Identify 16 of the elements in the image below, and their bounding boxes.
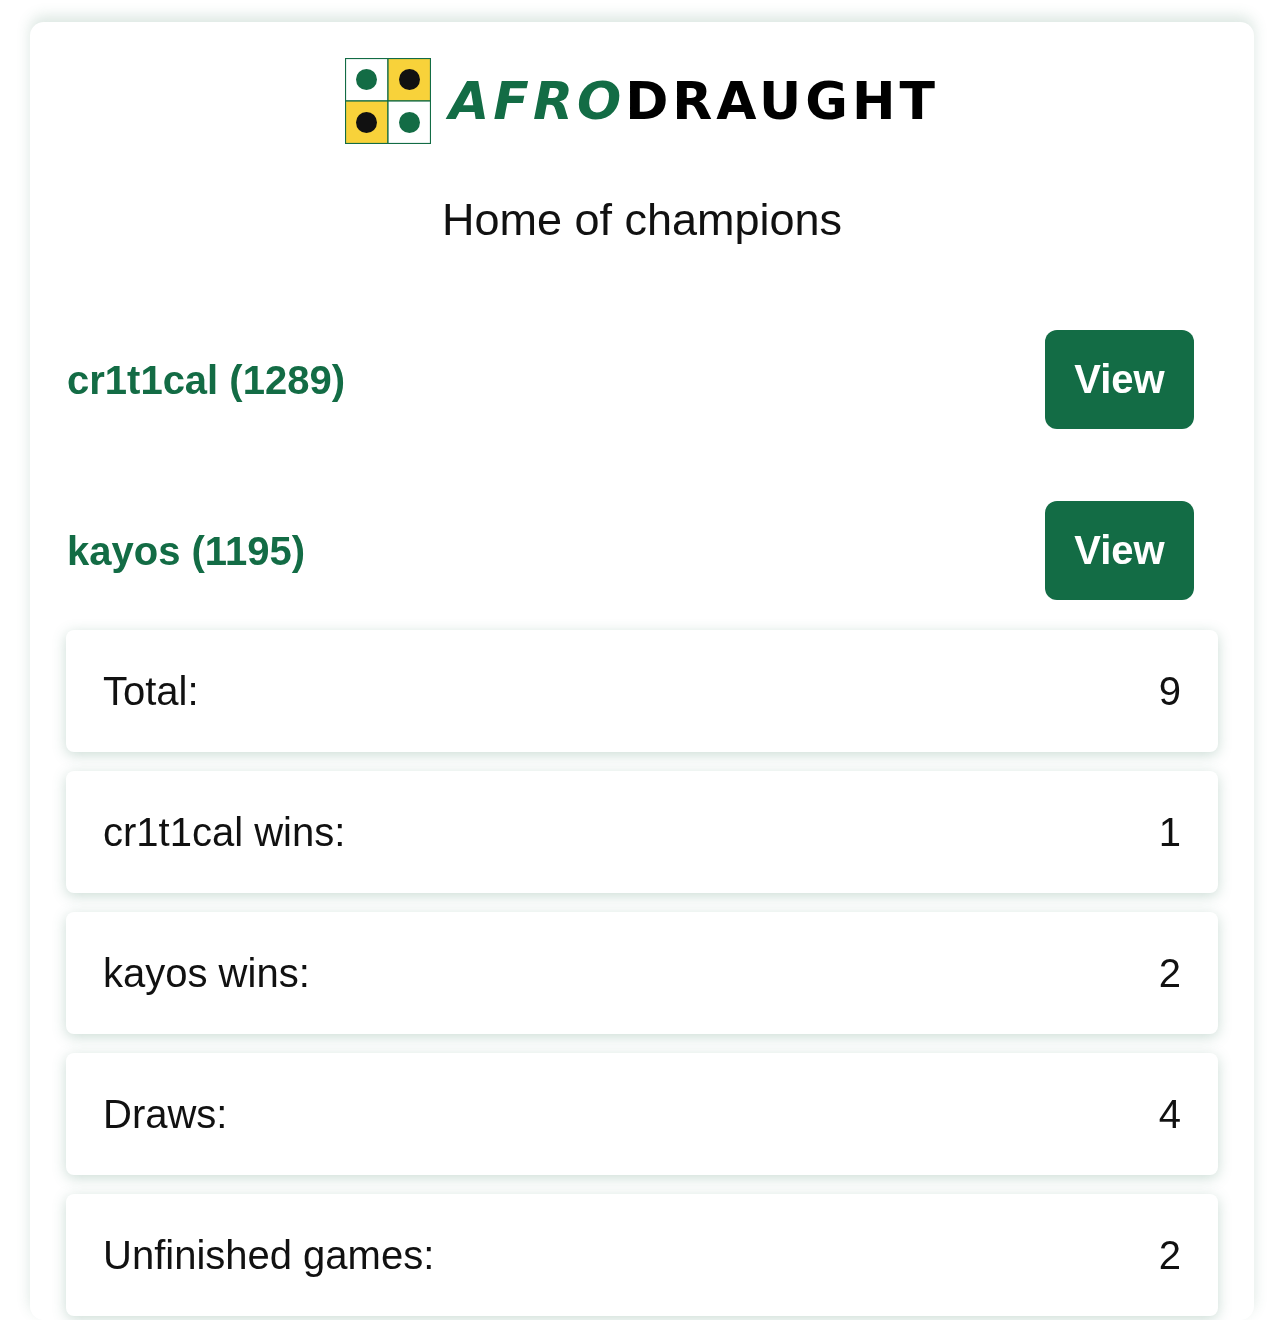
stat-value: 1 [1158,809,1181,856]
view-button[interactable]: View [1045,330,1194,429]
stat-label: Unfinished games: [103,1232,435,1279]
player-name[interactable]: kayos (1195) [67,526,305,575]
stat-value: 2 [1158,1232,1181,1279]
player-name[interactable]: cr1t1cal (1289) [67,355,345,404]
stat-value: 9 [1158,668,1181,715]
board-pieces-icon [345,58,432,144]
stat-value: 2 [1158,950,1181,997]
stat-label: Total: [103,668,199,715]
tagline: Home of champions [440,194,844,246]
stat-label: cr1t1cal wins: [103,809,346,856]
view-button[interactable]: View [1045,501,1194,600]
stat-label: kayos wins: [103,950,310,997]
stat-value: 4 [1158,1091,1181,1138]
stat-label: Draws: [103,1091,228,1138]
